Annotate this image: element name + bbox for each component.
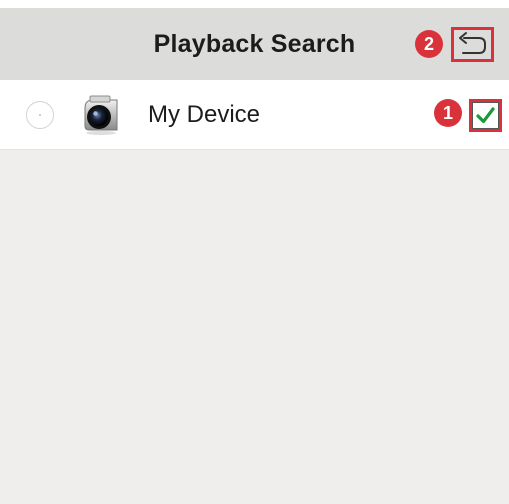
device-name: My Device [148, 101, 261, 128]
back-button-highlight [451, 27, 494, 62]
camera-icon [84, 95, 118, 135]
status-strip [0, 0, 509, 8]
radio-dot [39, 114, 41, 116]
list-item[interactable]: My Device [0, 80, 509, 150]
step-badge-2: 2 [415, 30, 443, 58]
playback-search-screen: Playback Search 2 My Device 1 [0, 0, 509, 504]
step-badge-1: 1 [434, 99, 462, 127]
checkbox-highlight [469, 99, 502, 132]
device-radio[interactable] [26, 101, 54, 129]
